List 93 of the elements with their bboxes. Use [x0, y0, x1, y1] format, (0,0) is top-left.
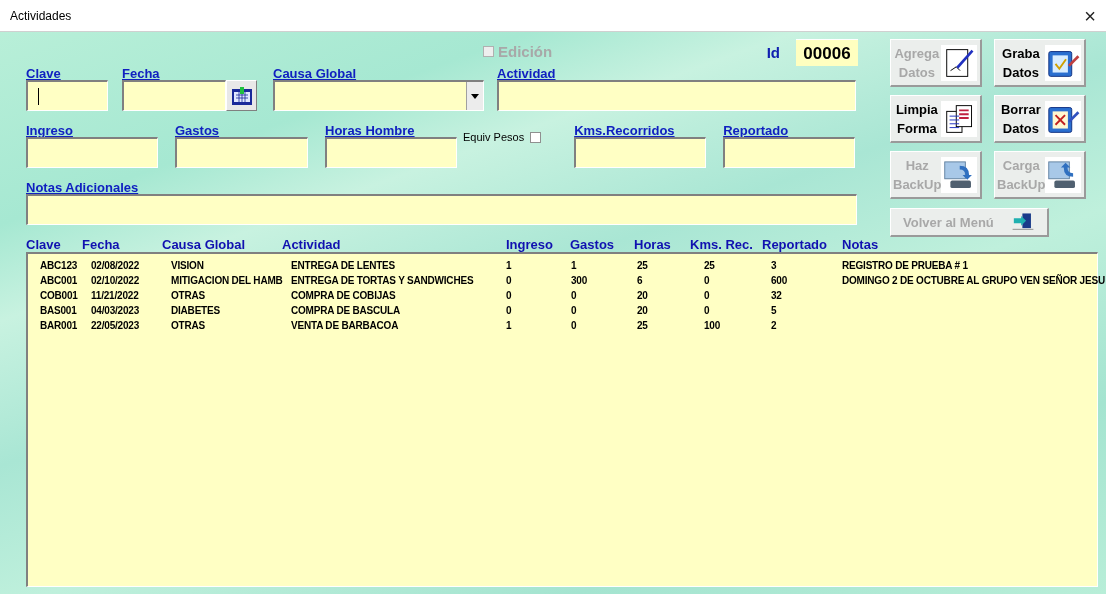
action-button[interactable]: Limpia Forma — [890, 95, 982, 143]
column-header: Kms. Rec. — [690, 238, 753, 252]
input-field[interactable] — [26, 80, 108, 111]
input-field[interactable] — [574, 137, 707, 168]
checkbox-label: Edición — [498, 43, 553, 60]
table-cell: OTRAS — [171, 320, 205, 331]
column-header: Actividad — [282, 238, 341, 252]
field-label: Clave — [26, 67, 61, 80]
table-cell: ABC001 — [40, 275, 78, 286]
dropdown-field[interactable] — [273, 80, 484, 111]
table-cell: COMPRA DE COBIJAS — [291, 290, 396, 301]
table-cell: 300 — [571, 275, 588, 286]
input-field[interactable] — [325, 137, 457, 168]
field-label: Reportado — [723, 124, 789, 137]
table-cell: 25 — [637, 260, 648, 271]
window-title: Actividades — [10, 8, 72, 23]
checkbox[interactable] — [530, 131, 542, 143]
field-label: Kms.Recorridos — [574, 124, 675, 137]
close-button[interactable]: × — [1084, 5, 1096, 26]
table-cell: 1 — [571, 260, 577, 271]
table-cell: ABC123 — [40, 260, 78, 271]
table-cell: DIABETES — [171, 305, 220, 316]
field-label: Gastos — [175, 124, 220, 137]
column-header: Fecha — [82, 238, 120, 252]
table-cell: 0 — [704, 305, 710, 316]
table-cell: 0 — [506, 305, 512, 316]
table-cell: ENTREGA DE TORTAS Y SANDWICHES — [291, 275, 474, 286]
table-cell: BAS001 — [40, 305, 77, 316]
table-cell: 0 — [571, 290, 577, 301]
table-cell: 5 — [771, 305, 777, 316]
action-button[interactable]: Borrar Datos — [994, 95, 1086, 143]
table-cell: 11/21/2022 — [91, 290, 139, 301]
input-field[interactable] — [497, 80, 856, 111]
table-cell: 25 — [637, 320, 648, 331]
table-cell: 0 — [506, 275, 512, 286]
column-header: Gastos — [570, 238, 615, 252]
table-cell: ENTREGA DE LENTES — [291, 260, 396, 271]
field-label: Horas Hombre — [325, 124, 415, 137]
id-value: 00006 — [796, 39, 858, 66]
column-header: Ingreso — [506, 238, 553, 252]
column-header: Horas — [634, 238, 671, 252]
input-field[interactable] — [175, 137, 308, 168]
input-field[interactable] — [26, 137, 158, 168]
column-header: Reportado — [762, 238, 827, 252]
input-field[interactable] — [723, 137, 856, 168]
table-cell: VISION — [171, 260, 204, 271]
id-label: Id — [766, 44, 780, 61]
document-pen-icon — [940, 44, 977, 81]
field-label: Fecha — [122, 67, 160, 80]
field-label: Causa Global — [273, 67, 357, 80]
table-cell: 0 — [704, 290, 710, 301]
table-cell: 0 — [704, 275, 710, 286]
table-cell: 0 — [571, 320, 577, 331]
documents-icon — [940, 100, 977, 137]
tablet-check-icon — [1044, 44, 1081, 81]
table-cell: 1 — [506, 320, 512, 331]
calendar-button[interactable] — [226, 80, 257, 111]
field-label: Notas Adicionales — [26, 181, 139, 194]
table-cell: 20 — [637, 305, 648, 316]
table-cell: 600 — [771, 275, 788, 286]
table-cell: REGISTRO DE PRUEBA # 1 — [842, 260, 968, 271]
table-cell: DOMINGO 2 DE OCTUBRE AL GRUPO VEN SEÑOR JESU — [842, 275, 1105, 286]
table-cell: COB001 — [40, 290, 78, 301]
table-cell: 0 — [571, 305, 577, 316]
column-header: Causa Global — [162, 238, 246, 252]
table-cell: MITIGACION DEL HAMB — [171, 275, 283, 286]
action-button[interactable]: Graba Datos — [994, 39, 1086, 87]
input-field[interactable] — [26, 194, 857, 225]
table-cell: VENTA DE BARBACOA — [291, 320, 399, 331]
column-header: Notas — [842, 238, 879, 252]
table-cell: BAR001 — [40, 320, 78, 331]
table-cell: 02/10/2022 — [91, 275, 140, 286]
field-label: Actividad — [497, 67, 556, 80]
table-cell: 04/03/2023 — [91, 305, 140, 316]
date-field[interactable] — [122, 80, 226, 111]
calendar-icon — [230, 85, 253, 106]
table-cell: 02/08/2022 — [91, 260, 140, 271]
table-cell: 25 — [704, 260, 715, 271]
tablet-x-icon — [1044, 100, 1081, 137]
column-header: Clave — [26, 238, 61, 252]
table-cell: 100 — [704, 320, 721, 331]
table-cell: 22/05/2023 — [91, 320, 140, 331]
table-cell: 20 — [637, 290, 648, 301]
table-cell: 3 — [771, 260, 777, 271]
table-cell: COMPRA DE BASCULA — [291, 305, 400, 316]
table-cell: 32 — [771, 290, 782, 301]
table-cell: 1 — [506, 260, 512, 271]
checkbox-label: Equiv Pesos — [463, 131, 525, 143]
table-cell: 0 — [506, 290, 512, 301]
table-cell: 6 — [637, 275, 643, 286]
table-cell: OTRAS — [171, 290, 205, 301]
field-label: Ingreso — [26, 124, 73, 137]
table-cell: 2 — [771, 320, 777, 331]
